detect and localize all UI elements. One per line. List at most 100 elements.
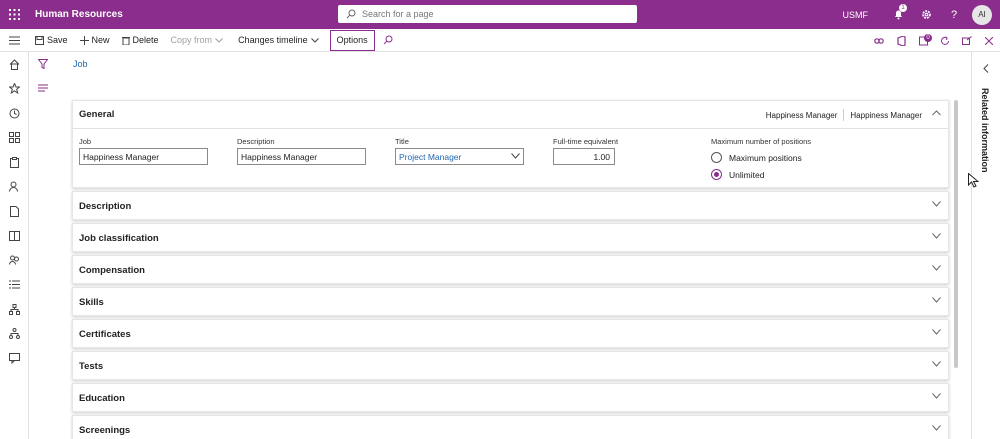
delete-label: Delete [132, 35, 159, 45]
action-pane: Save New Delete Copy from Changes timeli… [0, 29, 1000, 52]
search-input[interactable]: Search for a page [338, 5, 637, 23]
fasttab-title: Skills [79, 296, 104, 308]
catalog-icon[interactable] [0, 224, 28, 249]
job-input[interactable]: Happiness Manager [79, 148, 208, 165]
fasttab-title: Description [79, 200, 132, 212]
description-label: Description [237, 137, 275, 146]
fasttab-title: Education [79, 392, 125, 404]
new-button[interactable]: New [74, 29, 116, 52]
company-picker[interactable]: USMF [843, 10, 869, 20]
attachments-badge: 0 [924, 33, 932, 42]
fasttab-title: Job classification [79, 232, 159, 244]
fasttab-skills[interactable]: Skills [72, 287, 949, 316]
refresh-button[interactable] [934, 36, 956, 46]
home-icon[interactable] [0, 52, 28, 77]
office-icon [896, 35, 906, 46]
delete-button[interactable]: Delete [116, 29, 165, 52]
link-button[interactable] [868, 37, 890, 44]
list-icon[interactable] [0, 273, 28, 298]
changes-timeline-button[interactable]: Changes timeline [232, 29, 328, 52]
chevron-down-icon [932, 297, 941, 303]
max-positions-label: Maximum number of positions [711, 137, 812, 146]
recent-icon[interactable] [0, 101, 28, 126]
chevron-down-icon [215, 37, 223, 43]
clipboard-icon[interactable] [0, 150, 28, 175]
chevron-down-icon [932, 233, 941, 239]
person-icon[interactable] [0, 175, 28, 200]
plus-icon [79, 35, 89, 45]
radio-unlimited[interactable]: Unlimited [711, 169, 811, 180]
fasttab-tests[interactable]: Tests [72, 351, 949, 380]
attachments-button[interactable]: 0 [912, 33, 934, 46]
tab-options[interactable]: Options [329, 29, 375, 51]
job-field: Job Happiness Manager [79, 137, 208, 165]
chevron-down-icon [932, 265, 941, 271]
chevron-left-icon[interactable] [983, 64, 989, 73]
fasttab-description[interactable]: Description [72, 191, 949, 220]
hierarchy-icon[interactable] [0, 322, 28, 347]
radio-unlimited-label: Unlimited [729, 169, 765, 180]
fte-field: Full-time equivalent 1.00 [553, 137, 618, 165]
details-list-icon[interactable] [29, 76, 57, 100]
fasttab-title: Certificates [79, 328, 131, 340]
people-icon[interactable] [0, 248, 28, 273]
radio-button-selected[interactable] [711, 169, 722, 180]
save-button[interactable]: Save [29, 29, 74, 52]
fasttab-general-header[interactable]: General Happiness Manager Happiness Mana… [73, 101, 948, 129]
breadcrumb[interactable]: Job [73, 59, 88, 69]
summary-field-1: Happiness Manager [765, 110, 838, 120]
save-label: Save [47, 35, 68, 45]
title-select[interactable]: Project Manager [395, 148, 524, 165]
app-launcher-icon[interactable] [0, 0, 29, 29]
vertical-scrollbar[interactable] [954, 100, 958, 368]
chevron-down-icon [932, 393, 941, 399]
fasttab-education[interactable]: Education [72, 383, 949, 412]
description-input[interactable]: Happiness Manager [237, 148, 366, 165]
copy-from-button[interactable]: Copy from [165, 29, 233, 52]
find-button[interactable] [377, 29, 402, 52]
star-icon[interactable] [0, 77, 28, 102]
title-field: Title Project Manager [395, 137, 524, 165]
fasttab-title: Screenings [79, 424, 131, 436]
related-information-pane[interactable]: Related information [971, 52, 1000, 439]
copy-from-label: Copy from [170, 35, 213, 45]
trash-icon [121, 36, 130, 45]
related-information-label: Related information [980, 88, 990, 173]
app-title[interactable]: Human Resources [35, 9, 123, 20]
mouse-cursor-icon [968, 173, 979, 188]
link-icon [874, 37, 884, 44]
fasttab-screenings[interactable]: Screenings [72, 415, 949, 439]
help-button[interactable]: ? [940, 9, 968, 21]
notifications-button[interactable]: 1 [884, 4, 912, 20]
filter-icon[interactable] [29, 52, 57, 76]
radio-maximum-positions[interactable]: Maximum positions [711, 152, 811, 163]
chevron-down-icon [932, 425, 941, 431]
job-label: Job [79, 137, 92, 146]
search-icon [383, 35, 393, 45]
search-icon [346, 9, 356, 19]
description-field: Description Happiness Manager [237, 137, 366, 165]
content-area: Job General Happiness Manager Happiness … [57, 52, 971, 439]
fasttab-certificates[interactable]: Certificates [72, 319, 949, 348]
chevron-up-icon[interactable] [932, 110, 941, 116]
fte-input[interactable]: 1.00 [553, 148, 615, 165]
radio-button[interactable] [711, 152, 722, 163]
fasttab-compensation[interactable]: Compensation [72, 255, 949, 284]
org-chart-icon[interactable] [0, 297, 28, 322]
save-icon [35, 35, 44, 45]
top-bar: Human Resources Search for a page USMF 1… [0, 0, 1000, 29]
settings-button[interactable] [912, 9, 940, 20]
fasttab-job-classification[interactable]: Job classification [72, 223, 949, 252]
question-icon: ? [950, 8, 958, 21]
close-button[interactable] [978, 36, 1000, 45]
radio-maximum-positions-label: Maximum positions [729, 152, 802, 163]
nav-toggle-button[interactable] [0, 36, 29, 45]
feedback-icon[interactable] [0, 346, 28, 371]
avatar[interactable]: AI [972, 4, 992, 25]
document-icon[interactable] [0, 199, 28, 224]
new-label: New [91, 35, 110, 45]
open-new-window-button[interactable] [956, 36, 978, 45]
workspaces-icon[interactable] [0, 126, 28, 151]
office-button[interactable] [890, 35, 912, 46]
options-label: Options [336, 35, 368, 45]
